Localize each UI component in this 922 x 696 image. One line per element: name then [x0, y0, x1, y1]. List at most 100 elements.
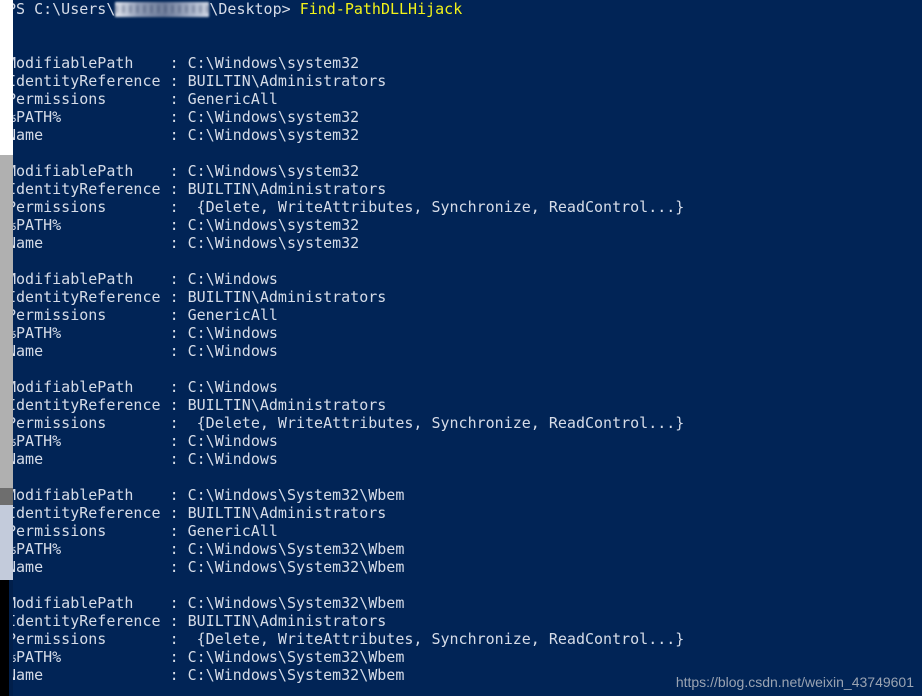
scrollbar-thumb[interactable]: [0, 155, 13, 488]
field-label: Name: [7, 342, 170, 360]
field-label: ModifiablePath: [7, 594, 170, 612]
field-separator: :: [169, 666, 188, 684]
field-value: C:\Windows\System32\Wbem: [187, 540, 405, 558]
field-label: %PATH%: [7, 648, 170, 666]
field-value: C:\Windows\system32: [187, 162, 360, 180]
prompt-line: PS C:\Users\ \Desktop> Find-PathDLLHijack: [7, 0, 922, 18]
field-label: ModifiablePath: [7, 54, 170, 72]
field-label: Name: [7, 234, 170, 252]
record-field-modifiable-path: ModifiablePath : C:\Windows\System32\Wbe…: [7, 594, 922, 612]
record-field-record-name: Name : C:\Windows: [7, 342, 922, 360]
field-separator: :: [169, 450, 188, 468]
record-field-record-name: Name : C:\Windows\System32\Wbem: [7, 558, 922, 576]
prompt-prefix: PS C:\Users\: [7, 0, 116, 18]
csdn-watermark: https://blog.csdn.net/weixin_43749601: [675, 674, 914, 690]
field-label: Name: [7, 450, 170, 468]
field-value: C:\Windows\system32: [187, 216, 360, 234]
record-block: ModifiablePath : C:\Windows\System32\Wbe…: [7, 486, 922, 576]
field-value: BUILTIN\Administrators: [187, 72, 387, 90]
record-field-modifiable-path: ModifiablePath : C:\Windows\System32\Wbe…: [7, 486, 922, 504]
field-value: C:\Windows: [187, 432, 278, 450]
field-separator: :: [169, 396, 188, 414]
record-block: ModifiablePath : C:\Windows\system32 Iden…: [7, 162, 922, 252]
record-field-path-variable: %PATH% : C:\Windows\System32\Wbem: [7, 648, 922, 666]
record-block: ModifiablePath : C:\Windows IdentityRefer…: [7, 378, 922, 468]
field-label: %PATH%: [7, 432, 170, 450]
field-separator: :: [169, 108, 188, 126]
field-value: BUILTIN\Administrators: [187, 288, 387, 306]
record-field-identity-reference: IdentityReference : BUILTIN\Administrato…: [7, 612, 922, 630]
field-separator: :: [169, 234, 188, 252]
record-field-permissions: Permissions : GenericAll: [7, 522, 922, 540]
record-field-identity-reference: IdentityReference : BUILTIN\Administrato…: [7, 396, 922, 414]
field-value: BUILTIN\Administrators: [187, 612, 387, 630]
field-separator: :: [169, 594, 188, 612]
field-label: Permissions: [7, 522, 170, 540]
field-label: Permissions: [7, 198, 170, 216]
field-label: IdentityReference: [7, 72, 170, 90]
field-separator: :: [169, 630, 197, 648]
field-label: IdentityReference: [7, 180, 170, 198]
field-value: C:\Windows\System32\Wbem: [187, 486, 405, 504]
record-field-identity-reference: IdentityReference : BUILTIN\Administrato…: [7, 504, 922, 522]
field-label: %PATH%: [7, 216, 170, 234]
field-label: ModifiablePath: [7, 378, 170, 396]
field-label: IdentityReference: [7, 288, 170, 306]
field-separator: :: [169, 648, 188, 666]
field-separator: :: [169, 432, 188, 450]
record-field-path-variable: %PATH% : C:\Windows\system32: [7, 216, 922, 234]
field-label: IdentityReference: [7, 396, 170, 414]
field-value: GenericAll: [187, 522, 278, 540]
field-label: Permissions: [7, 90, 170, 108]
field-separator: :: [169, 126, 188, 144]
field-separator: :: [169, 72, 188, 90]
field-separator: :: [169, 288, 188, 306]
record-field-record-name: Name : C:\Windows\system32: [7, 126, 922, 144]
field-label: Permissions: [7, 414, 170, 432]
field-label: Permissions: [7, 630, 170, 648]
field-value: {Delete, WriteAttributes, Synchronize, R…: [196, 198, 685, 216]
record-field-permissions: Permissions : GenericAll: [7, 306, 922, 324]
vertical-scrollbar[interactable]: [0, 0, 13, 696]
field-separator: :: [169, 54, 188, 72]
field-label: %PATH%: [7, 108, 170, 126]
record-field-path-variable: %PATH% : C:\Windows: [7, 432, 922, 450]
scrollbar-dark-segment[interactable]: [0, 488, 13, 505]
field-value: BUILTIN\Administrators: [187, 180, 387, 198]
field-value: C:\Windows: [187, 450, 278, 468]
field-value: C:\Windows\system32: [187, 234, 360, 252]
field-value: {Delete, WriteAttributes, Synchronize, R…: [196, 630, 685, 648]
field-separator: :: [169, 612, 188, 630]
record-field-identity-reference: IdentityReference : BUILTIN\Administrato…: [7, 180, 922, 198]
powershell-console-window: PS C:\Users\ \Desktop> Find-PathDLLHijack…: [0, 0, 922, 696]
field-value: C:\Windows\System32\Wbem: [187, 558, 405, 576]
field-separator: :: [169, 180, 188, 198]
field-separator: :: [169, 90, 188, 108]
record-field-record-name: Name : C:\Windows: [7, 450, 922, 468]
field-value: C:\Windows\system32: [187, 108, 360, 126]
field-label: Permissions: [7, 306, 170, 324]
field-value: C:\Windows\System32\Wbem: [187, 666, 405, 684]
record-block: ModifiablePath : C:\Windows\System32\Wbe…: [7, 594, 922, 684]
record-field-modifiable-path: ModifiablePath : C:\Windows: [7, 270, 922, 288]
record-block: ModifiablePath : C:\Windows\system32 Iden…: [7, 54, 922, 144]
field-value: C:\Windows: [187, 378, 278, 396]
record-field-permissions: Permissions : {Delete, WriteAttributes, …: [7, 630, 922, 648]
field-separator: :: [169, 522, 188, 540]
field-separator: :: [169, 324, 188, 342]
field-value: C:\Windows\system32: [187, 54, 360, 72]
field-label: Name: [7, 558, 170, 576]
record-field-path-variable: %PATH% : C:\Windows: [7, 324, 922, 342]
field-value: BUILTIN\Administrators: [187, 504, 387, 522]
console-output-area[interactable]: PS C:\Users\ \Desktop> Find-PathDLLHijack…: [0, 0, 922, 696]
record-field-permissions: Permissions : GenericAll: [7, 90, 922, 108]
field-separator: :: [169, 162, 188, 180]
record-field-modifiable-path: ModifiablePath : C:\Windows: [7, 378, 922, 396]
scrollbar-bottom-area[interactable]: [0, 580, 9, 696]
prompt-suffix: \Desktop>: [209, 0, 300, 18]
scrollbar-light-segment[interactable]: [0, 505, 13, 580]
field-label: Name: [7, 126, 170, 144]
record-field-path-variable: %PATH% : C:\Windows\system32: [7, 108, 922, 126]
